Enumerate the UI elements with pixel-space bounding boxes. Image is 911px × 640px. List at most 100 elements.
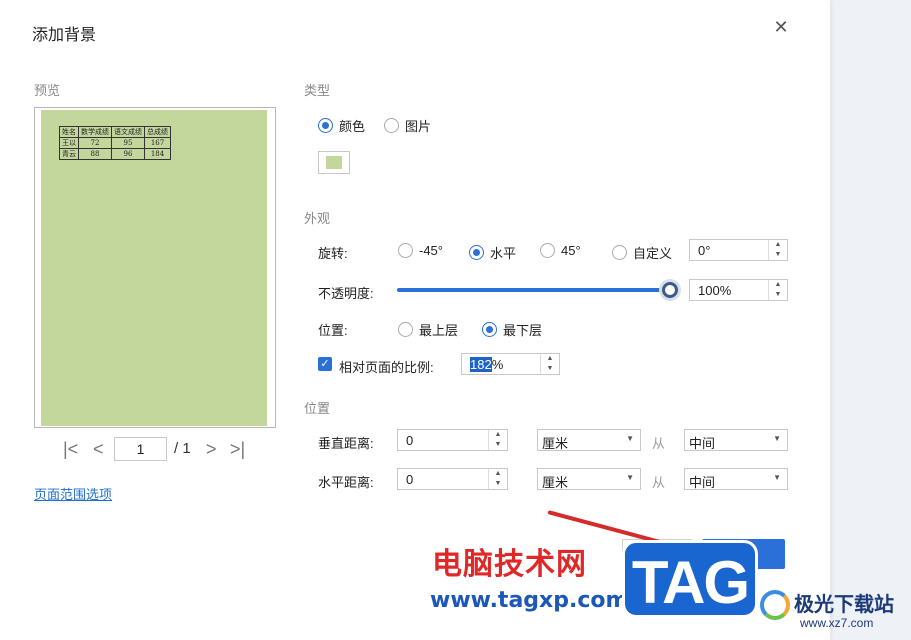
rotation-custom-radio[interactable]: 自定义: [612, 243, 672, 262]
radio-label: 最上层: [419, 323, 459, 338]
horizontal-anchor-value: 中间: [689, 475, 716, 490]
layer-bottom-radio[interactable]: 最下层: [482, 320, 542, 339]
next-page-icon[interactable]: >: [206, 437, 217, 461]
chevron-down-icon: ▼: [773, 434, 781, 443]
appearance-section-label: 外观: [304, 211, 331, 226]
chevron-down-icon: ▼: [773, 473, 781, 482]
last-page-icon[interactable]: >|: [230, 437, 245, 461]
spinner-arrows-icon[interactable]: ▲ ▼: [488, 469, 507, 489]
radio-unselected-icon: [398, 322, 413, 337]
vertical-from-label: 从: [652, 436, 666, 451]
radio-selected-icon: [318, 118, 333, 133]
rotation-label: 旋转:: [318, 246, 348, 261]
vertical-distance-input[interactable]: 0 ▲ ▼: [397, 429, 508, 451]
type-image-radio[interactable]: 图片: [384, 116, 431, 135]
rotation-minus45-radio[interactable]: -45°: [398, 243, 443, 258]
opacity-value: 100%: [698, 283, 732, 298]
chevron-down-icon: ▼: [626, 434, 634, 443]
chevron-down-icon: ▼: [626, 473, 634, 482]
layer-top-radio[interactable]: 最上层: [398, 320, 458, 339]
opacity-label: 不透明度:: [318, 286, 374, 301]
position-section-label: 位置: [304, 401, 331, 416]
table-header-cell: 数学成绩: [78, 126, 112, 138]
prev-page-icon[interactable]: <: [93, 437, 104, 461]
spinner-arrows-icon[interactable]: ▲ ▼: [488, 430, 507, 450]
horizontal-distance-value: 0: [406, 472, 414, 487]
radio-unselected-icon: [398, 243, 413, 258]
radio-label: 最下层: [503, 323, 543, 338]
color-picker-button[interactable]: [318, 151, 350, 174]
dialog-title: 添加背景: [32, 27, 97, 44]
first-page-icon[interactable]: |<: [63, 437, 78, 461]
preview-panel: 姓名 数学成绩 语文成绩 总成绩 王以 72 95 167 青云 88 96 1…: [34, 107, 276, 428]
page-range-options-link[interactable]: 页面范围选项: [34, 484, 112, 503]
table-header-cell: 总成绩: [144, 126, 171, 138]
radio-label: 颜色: [339, 119, 366, 134]
scale-input[interactable]: 182% ▲ ▼: [461, 353, 560, 375]
vertical-anchor-value: 中间: [689, 436, 716, 451]
page-number-input[interactable]: 1: [114, 437, 167, 461]
page-total: / 1: [174, 440, 191, 457]
table-cell: 95: [111, 137, 145, 149]
rotation-angle-input[interactable]: 0° ▲ ▼: [689, 239, 788, 261]
radio-unselected-icon: [384, 118, 399, 133]
close-icon[interactable]: ✕: [770, 16, 792, 38]
rotation-angle-value: 0°: [698, 243, 711, 258]
vertical-distance-label: 垂直距离:: [318, 436, 374, 451]
table-cell: 96: [111, 148, 145, 160]
type-section-label: 类型: [304, 83, 331, 98]
add-background-dialog: 添加背景 ✕ 预览 姓名 数学成绩 语文成绩 总成绩 王以 72 95 167 …: [0, 0, 830, 640]
watermark-url: www.tagxp.com: [430, 588, 629, 613]
radio-unselected-icon: [540, 243, 555, 258]
vertical-unit-select[interactable]: 厘米 ▼: [537, 429, 641, 451]
scale-value-selected: 182: [470, 357, 492, 372]
horizontal-anchor-select[interactable]: 中间 ▼: [684, 468, 788, 490]
vertical-distance-value: 0: [406, 433, 414, 448]
color-swatch: [326, 156, 342, 169]
radio-label: -45°: [419, 243, 443, 258]
table-cell: 青云: [59, 148, 79, 160]
table-cell: 王以: [59, 137, 79, 149]
scale-checkbox[interactable]: ✓: [318, 357, 332, 371]
type-color-radio[interactable]: 颜色: [318, 116, 365, 135]
tag-logo: TAG: [622, 540, 758, 618]
radio-unselected-icon: [612, 245, 627, 260]
table-row: 姓名 数学成绩 语文成绩 总成绩: [59, 126, 171, 138]
table-row: 青云 88 96 184: [59, 148, 171, 160]
horizontal-unit-select[interactable]: 厘米 ▼: [537, 468, 641, 490]
rotation-horizontal-radio[interactable]: 水平: [469, 243, 516, 262]
radio-label: 图片: [405, 119, 432, 134]
table-header-cell: 姓名: [59, 126, 79, 138]
opacity-slider-handle[interactable]: [662, 282, 678, 298]
rotation-45-radio[interactable]: 45°: [540, 243, 581, 258]
radio-selected-icon: [482, 322, 497, 337]
table-header-cell: 语文成绩: [111, 126, 145, 138]
radio-selected-icon: [469, 245, 484, 260]
layer-label: 位置:: [318, 323, 348, 338]
preview-label: 预览: [34, 83, 61, 98]
preview-table: 姓名 数学成绩 语文成绩 总成绩 王以 72 95 167 青云 88 96 1…: [59, 126, 171, 160]
opacity-input[interactable]: 100% ▲ ▼: [689, 279, 788, 301]
table-cell: 167: [144, 137, 171, 149]
spinner-arrows-icon[interactable]: ▲ ▼: [768, 280, 787, 300]
opacity-slider[interactable]: [397, 288, 669, 292]
table-row: 王以 72 95 167: [59, 137, 171, 149]
preview-page: 姓名 数学成绩 语文成绩 总成绩 王以 72 95 167 青云 88 96 1…: [41, 110, 267, 426]
radio-label: 自定义: [633, 246, 673, 261]
spinner-arrows-icon[interactable]: ▲ ▼: [540, 354, 559, 374]
site-logo-icon: [760, 590, 790, 620]
radio-label: 45°: [561, 243, 581, 258]
watermark-text: 电脑技术网: [432, 548, 587, 581]
horizontal-unit-value: 厘米: [542, 475, 569, 490]
spinner-arrows-icon[interactable]: ▲ ▼: [768, 240, 787, 260]
table-cell: 184: [144, 148, 171, 160]
vertical-anchor-select[interactable]: 中间 ▼: [684, 429, 788, 451]
horizontal-from-label: 从: [652, 475, 666, 490]
table-cell: 88: [78, 148, 112, 160]
table-cell: 72: [78, 137, 112, 149]
horizontal-distance-label: 水平距离:: [318, 475, 374, 490]
scale-value-suffix: %: [491, 357, 504, 372]
scale-label: 相对页面的比例:: [339, 360, 434, 375]
vertical-unit-value: 厘米: [542, 436, 569, 451]
horizontal-distance-input[interactable]: 0 ▲ ▼: [397, 468, 508, 490]
